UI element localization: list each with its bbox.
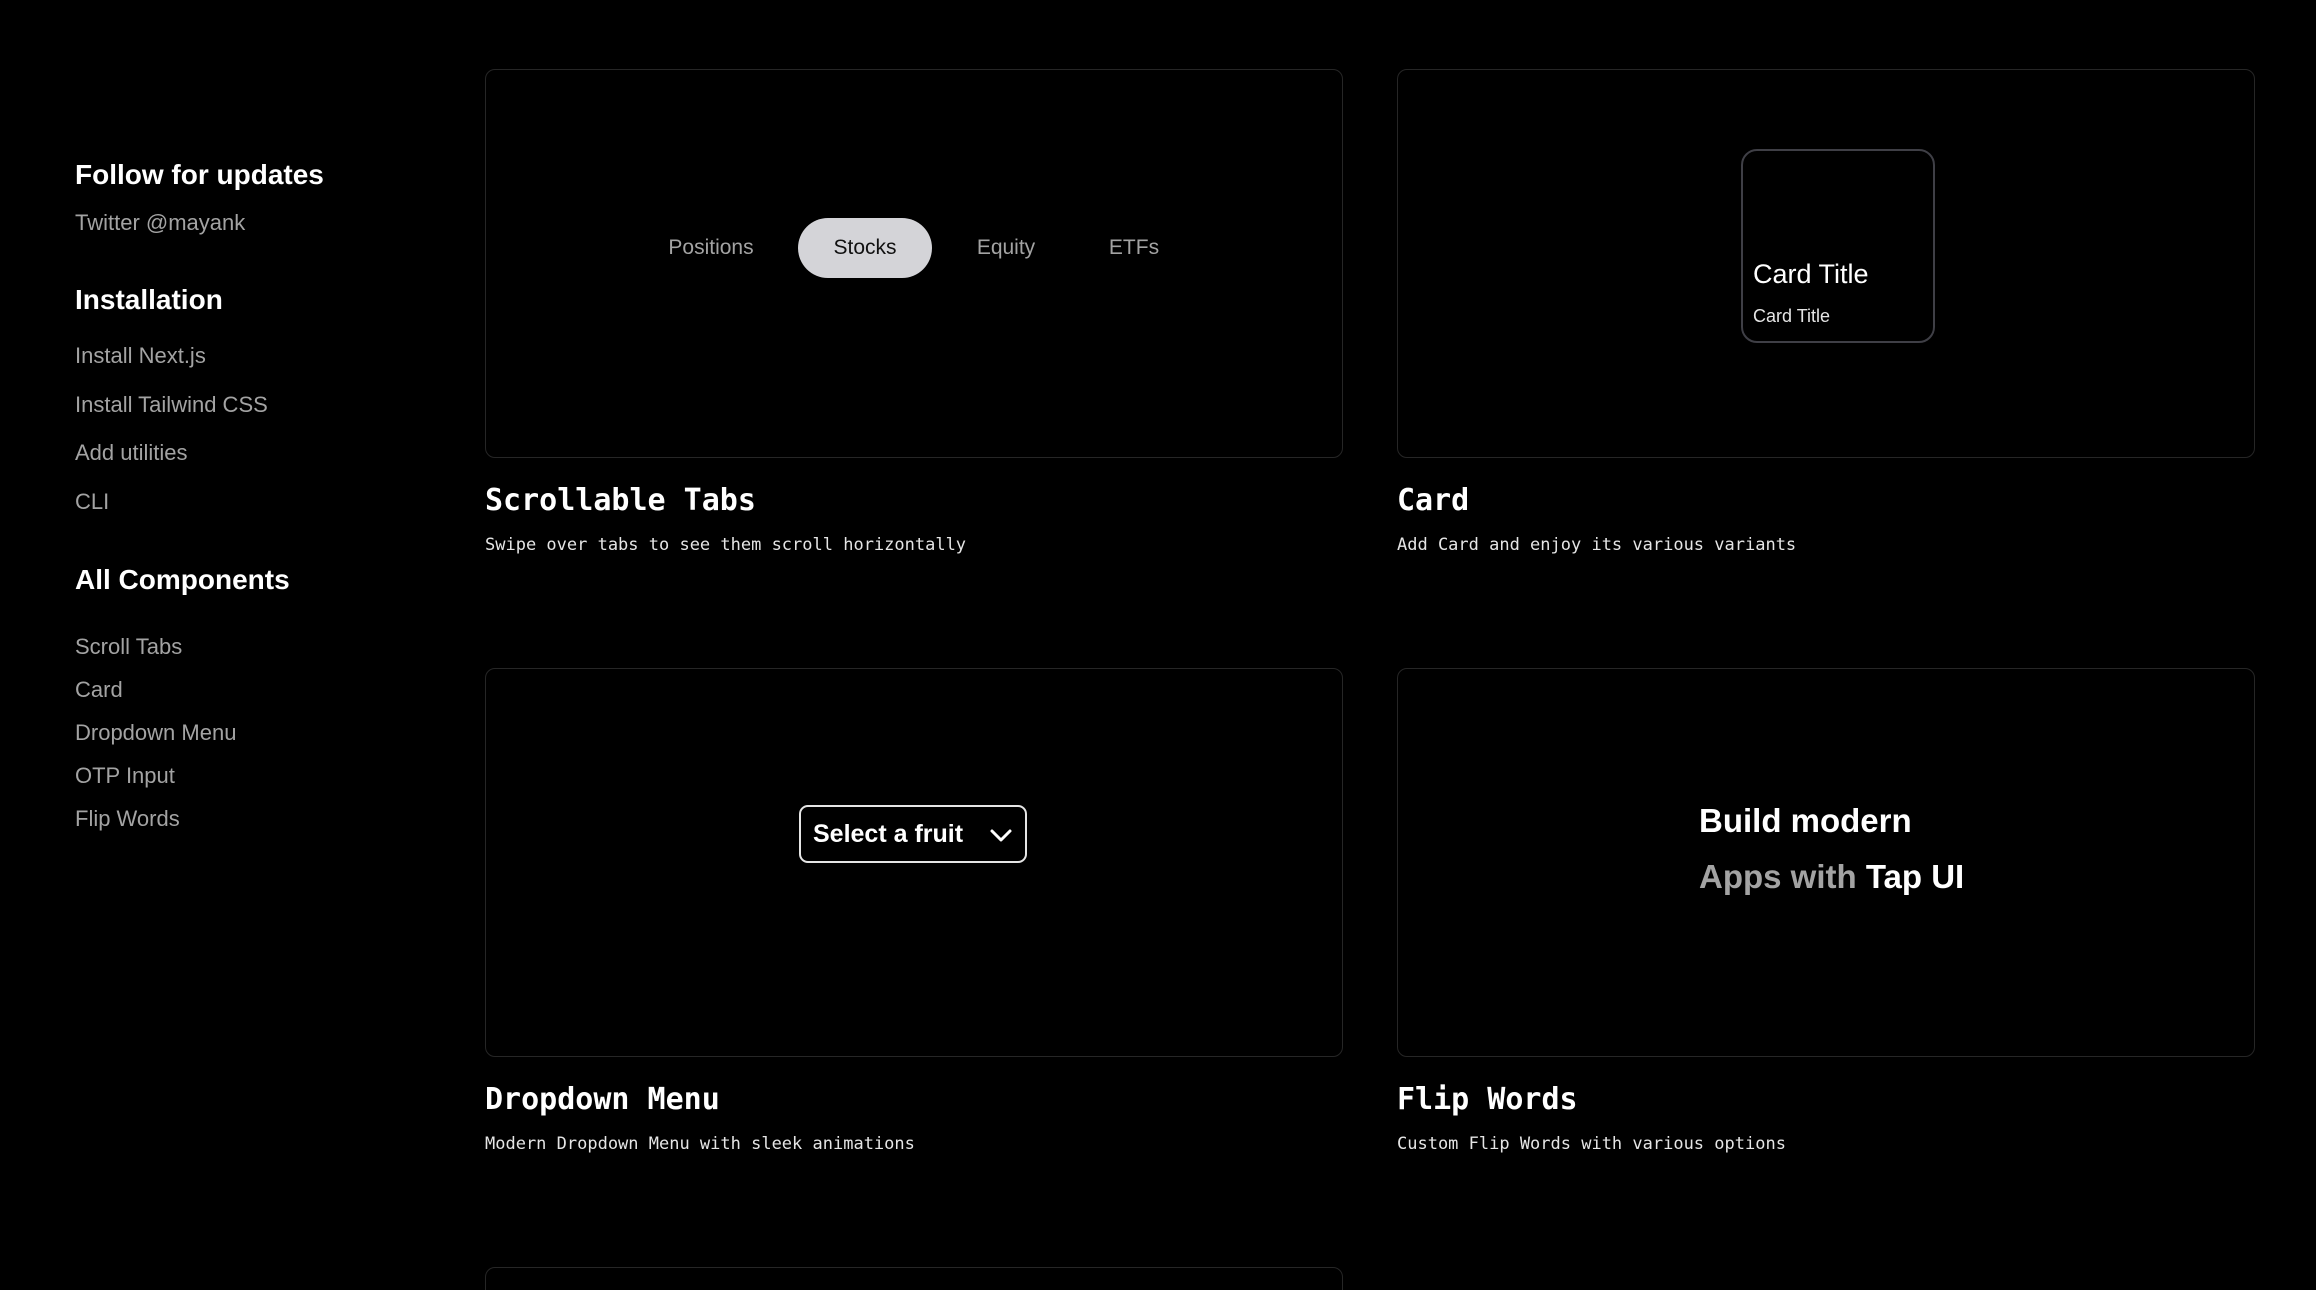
fruit-select[interactable]: Select a fruit (799, 805, 1027, 863)
sidebar-item-cli[interactable]: CLI (75, 489, 109, 515)
card-heading[interactable]: Card (1397, 483, 1469, 518)
sidebar-item-flip-words[interactable]: Flip Words (75, 806, 180, 832)
flip-line-1: Build modern (1699, 802, 1912, 839)
sidebar-item-install-tailwind[interactable]: Install Tailwind CSS (75, 392, 268, 418)
all-components-heading: All Components (75, 564, 290, 595)
dropdown-menu-card: Select a fruit Dropdown Menu Modern Drop… (485, 668, 1343, 1154)
flip-static-text: Apps with (1699, 858, 1866, 895)
tab-equity[interactable]: Equity (946, 218, 1066, 278)
scrollable-tabs-preview[interactable]: Positions Stocks Equity ETFs (485, 69, 1343, 458)
card-description: Add Card and enjoy its various variants (1397, 535, 1797, 555)
demo-card[interactable]: Card Title Card Title (1741, 149, 1935, 343)
card-component-card: Card Title Card Title Card Add Card and … (1397, 69, 2255, 555)
card-heading[interactable]: Scrollable Tabs (485, 483, 756, 518)
follow-heading: Follow for updates (75, 159, 324, 190)
card-description: Custom Flip Words with various options (1397, 1134, 1786, 1154)
sidebar-item-add-utilities[interactable]: Add utilities (75, 440, 188, 466)
scrollable-tabs-card: Positions Stocks Equity ETFs Scrollable … (485, 69, 1343, 555)
sidebar-item-dropdown-menu[interactable]: Dropdown Menu (75, 720, 236, 746)
flip-word: Tap UI (1865, 858, 1965, 895)
card-heading[interactable]: Dropdown Menu (485, 1082, 720, 1117)
tab-etfs[interactable]: ETFs (1084, 218, 1184, 278)
page: Follow for updates Twitter @mayank Insta… (0, 0, 2316, 1290)
tabs-row: Positions Stocks Equity ETFs (486, 218, 1342, 278)
flip-line-2: Apps with Tap UI (1699, 849, 1964, 905)
flip-words-preview[interactable]: Build modern Apps with Tap UI (1397, 668, 2255, 1057)
installation-heading: Installation (75, 284, 223, 315)
sidebar-item-scroll-tabs[interactable]: Scroll Tabs (75, 634, 182, 660)
next-card-preview[interactable] (485, 1267, 1343, 1290)
card-preview[interactable]: Card Title Card Title (1397, 69, 2255, 458)
dropdown-preview[interactable]: Select a fruit (485, 668, 1343, 1057)
demo-card-subtitle: Card Title (1753, 306, 1831, 326)
flip-words-demo: Build modern Apps with Tap UI (1699, 793, 1964, 905)
sidebar-item-install-nextjs[interactable]: Install Next.js (75, 343, 206, 369)
twitter-link[interactable]: Twitter @mayank (75, 210, 245, 236)
demo-card-title: Card Title (1753, 259, 1869, 289)
chevron-down-icon (990, 829, 1012, 842)
flip-words-card: Build modern Apps with Tap UI Flip Words… (1397, 668, 2255, 1154)
sidebar-item-otp-input[interactable]: OTP Input (75, 763, 175, 789)
card-description: Swipe over tabs to see them scroll horiz… (485, 535, 967, 555)
tab-positions[interactable]: Positions (646, 218, 776, 278)
card-description: Modern Dropdown Menu with sleek animatio… (485, 1134, 915, 1154)
select-label: Select a fruit (813, 820, 964, 848)
sidebar-item-card[interactable]: Card (75, 677, 123, 703)
card-heading[interactable]: Flip Words (1397, 1082, 1578, 1117)
tab-stocks[interactable]: Stocks (798, 218, 932, 278)
